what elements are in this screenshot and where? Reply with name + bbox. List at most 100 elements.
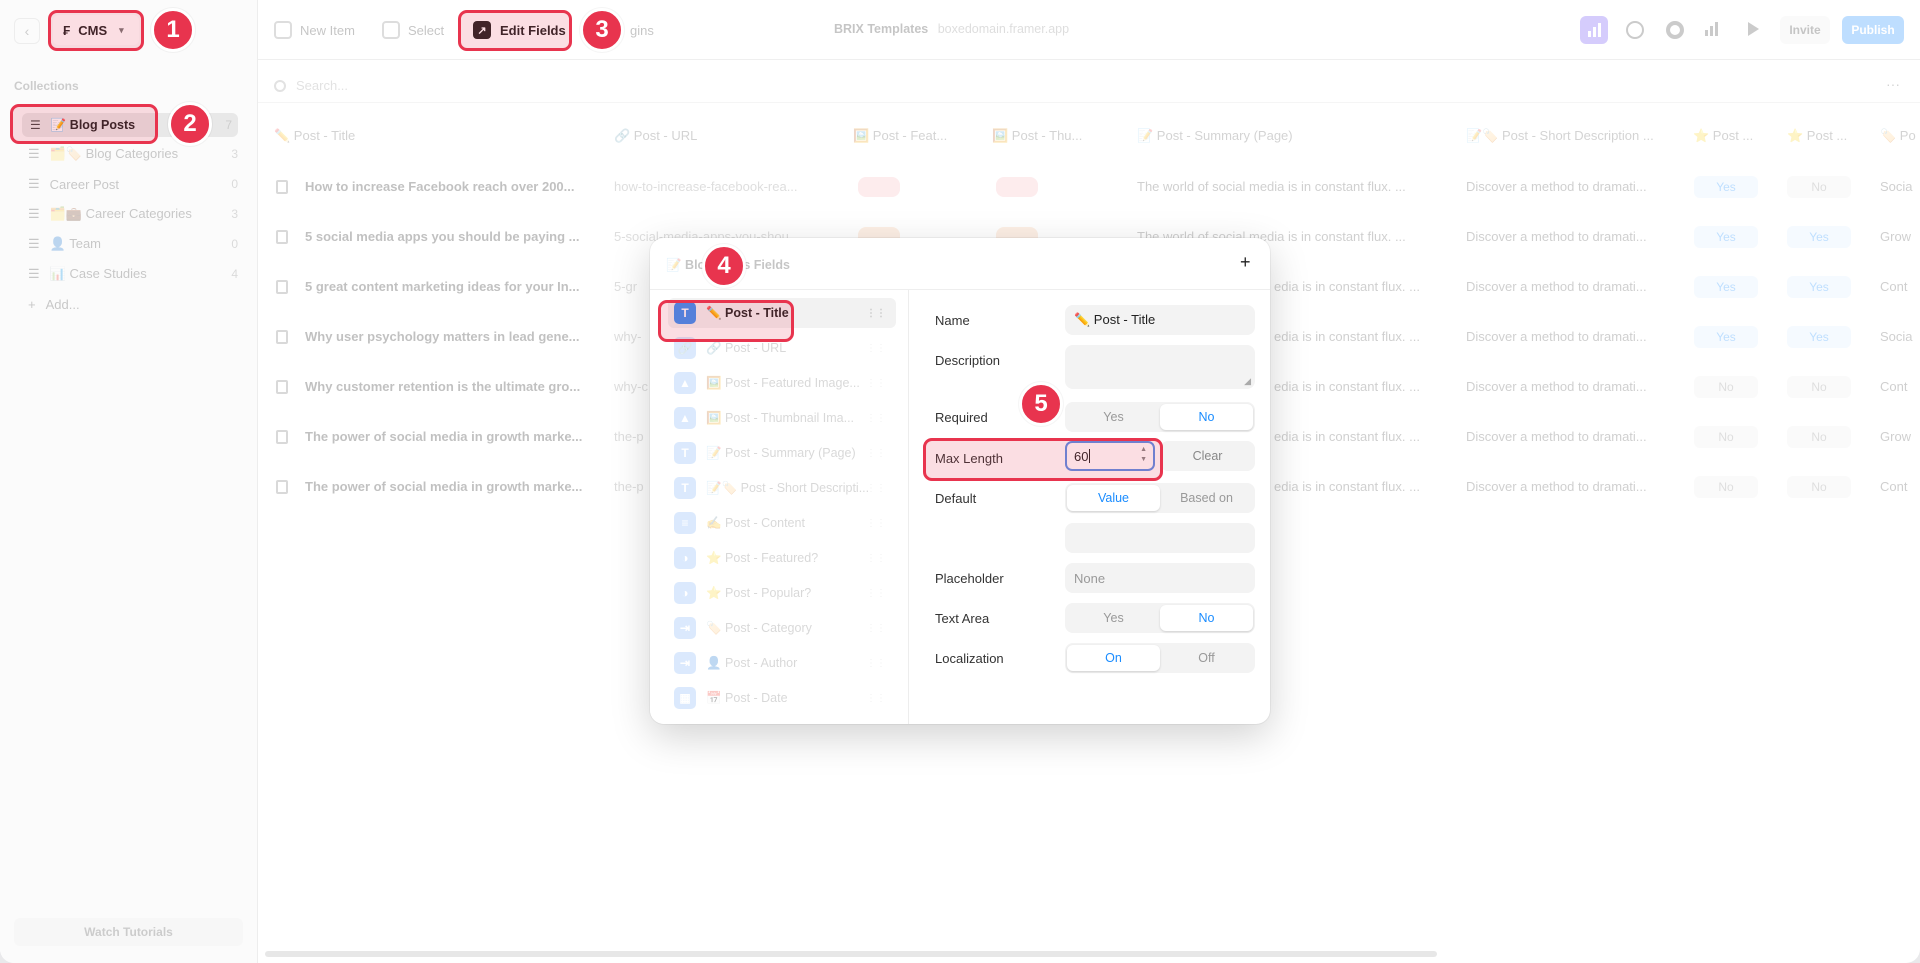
sidebar-item-team[interactable]: ☰ 👤 Team 0 — [28, 233, 238, 255]
document-icon — [276, 380, 288, 394]
drag-handle-icon[interactable]: ⋮⋮ — [866, 413, 886, 424]
clear-max-length-button[interactable]: Clear — [1160, 441, 1255, 471]
default-value-input[interactable] — [1065, 523, 1255, 553]
drag-handle-icon[interactable]: ⋮⋮ — [866, 483, 886, 494]
document-icon — [276, 330, 288, 344]
default-mode-toggle[interactable]: Value Based on — [1065, 483, 1255, 513]
settings-icon[interactable] — [1666, 21, 1684, 39]
default-based-on-option[interactable]: Based on — [1160, 485, 1253, 511]
add-collection-button[interactable]: + Add... — [28, 293, 238, 315]
cell-category: Cont — [1880, 379, 1908, 394]
field-item-category[interactable]: ⇥ 🏷️ Post - Category ⋮⋮ — [668, 613, 896, 643]
toggle-type-icon: ◑ — [674, 582, 696, 604]
reference-type-icon: ⇥ — [674, 652, 696, 674]
sidebar-item-blog-categories[interactable]: ☰ 🗂️🏷️ Blog Categories 3 — [28, 143, 238, 165]
drag-handle-icon[interactable]: ⋮⋮ — [866, 518, 886, 529]
description-textarea[interactable]: ◢ — [1065, 345, 1255, 389]
localization-off-option[interactable]: Off — [1160, 645, 1253, 671]
localization-on-option[interactable]: On — [1067, 645, 1160, 671]
select-label: Select — [408, 22, 445, 38]
sidebar-item-career-post[interactable]: ☰ Career Post 0 — [28, 173, 238, 195]
drag-handle-icon[interactable]: ⋮⋮ — [866, 588, 886, 599]
field-label: ⭐ Post - Featured? — [706, 550, 819, 565]
text-area-toggle[interactable]: Yes No — [1065, 603, 1255, 633]
localization-toggle[interactable]: On Off — [1065, 643, 1255, 673]
name-input[interactable]: ✏️ Post - Title — [1065, 305, 1255, 335]
cell-title: 5 social media apps you should be paying… — [305, 229, 580, 244]
field-item-featured[interactable]: ◑ ⭐ Post - Featured? ⋮⋮ — [668, 543, 896, 573]
back-button[interactable]: ‹ — [14, 18, 40, 44]
database-icon: ☰ — [28, 146, 40, 161]
column-header-category[interactable]: 🏷️ Po — [1880, 128, 1916, 144]
text-area-yes-option[interactable]: Yes — [1067, 605, 1160, 631]
new-item-label: New Item — [300, 22, 355, 38]
required-yes-option[interactable]: Yes — [1067, 404, 1160, 430]
field-item-popular[interactable]: ◑ ⭐ Post - Popular? ⋮⋮ — [668, 578, 896, 608]
field-item-date[interactable]: ▦ 📅 Post - Date ⋮⋮ — [668, 683, 896, 713]
add-field-button[interactable]: + — [1240, 252, 1251, 273]
horizontal-scrollbar[interactable] — [265, 951, 1437, 957]
analytics-button[interactable] — [1580, 16, 1608, 44]
toggle-type-icon: ◑ — [674, 547, 696, 569]
drag-handle-icon[interactable]: ⋮⋮ — [866, 308, 886, 319]
drag-handle-icon[interactable]: ⋮⋮ — [866, 343, 886, 354]
stats-icon[interactable] — [1705, 22, 1718, 36]
database-icon: ☰ — [28, 236, 40, 251]
plugins-button[interactable]: gins — [630, 18, 654, 42]
step-badge-4: 4 — [702, 244, 746, 288]
cms-window: ‹ ₣ CMS ▾ Collections ☰ 📝 Blog Posts 7 ☰… — [0, 0, 1920, 963]
field-item-summary[interactable]: T 📝 Post - Summary (Page) ⋮⋮ — [668, 438, 896, 468]
cell-summary: edia is in constant flux. ... — [1274, 379, 1420, 394]
add-label: Add... — [45, 296, 80, 312]
cell-featured: Yes — [1694, 326, 1758, 348]
sidebar-item-career-categories[interactable]: ☰ 🗂️💼 Career Categories 3 — [28, 203, 238, 225]
publish-button[interactable]: Publish — [1842, 16, 1904, 44]
field-list: T ✏️ Post - Title ⋮⋮ 🔗 🔗 Post - URL ⋮⋮ ▲… — [650, 290, 909, 724]
play-icon[interactable] — [1748, 22, 1759, 36]
field-label: 📝🏷️ Post - Short Descripti... — [706, 480, 870, 495]
column-header-thumbnail[interactable]: 🖼️ Post - Thu... — [992, 128, 1082, 144]
search-bar[interactable]: Search... — [274, 78, 348, 93]
search-placeholder: Search... — [296, 78, 349, 93]
drag-handle-icon[interactable]: ⋮⋮ — [866, 693, 886, 704]
field-item-thumbnail-image[interactable]: ▲ 🖼️ Post - Thumbnail Ima... ⋮⋮ — [668, 403, 896, 433]
globe-icon[interactable] — [1626, 21, 1644, 39]
cell-popular: No — [1787, 476, 1851, 498]
column-header-featured-image[interactable]: 🖼️ Post - Feat... — [853, 128, 947, 144]
description-label: Description — [935, 353, 1001, 368]
drag-handle-icon[interactable]: ⋮⋮ — [866, 378, 886, 389]
drag-handle-icon[interactable]: ⋮⋮ — [866, 553, 886, 564]
column-header-featured[interactable]: ⭐ Post ... — [1693, 128, 1753, 144]
cell-category: Socia — [1880, 179, 1913, 194]
more-icon[interactable]: ··· — [1886, 76, 1900, 92]
field-item-author[interactable]: ⇥ 👤 Post - Author ⋮⋮ — [668, 648, 896, 678]
new-item-button[interactable]: New Item — [274, 18, 355, 42]
placeholder-input[interactable]: None — [1065, 563, 1255, 593]
required-toggle[interactable]: Yes No — [1065, 402, 1255, 432]
cell-featured: No — [1694, 476, 1758, 498]
select-button[interactable]: Select — [382, 18, 444, 42]
column-header-short-description[interactable]: 📝🏷️ Post - Short Description ... — [1466, 128, 1654, 144]
watch-tutorials-button[interactable]: Watch Tutorials — [14, 918, 243, 946]
field-item-content[interactable]: ≡ ✍️ Post - Content ⋮⋮ — [668, 508, 896, 538]
column-header-title[interactable]: ✏️ Post - Title — [274, 128, 355, 144]
column-header-popular[interactable]: ⭐ Post ... — [1787, 128, 1847, 144]
invite-button[interactable]: Invite — [1780, 16, 1830, 44]
column-header-url[interactable]: 🔗 Post - URL — [614, 128, 697, 144]
drag-handle-icon[interactable]: ⋮⋮ — [866, 658, 886, 669]
field-item-short-description[interactable]: T 📝🏷️ Post - Short Descripti... ⋮⋮ — [668, 473, 896, 503]
required-no-option[interactable]: No — [1160, 404, 1253, 430]
text-area-no-option[interactable]: No — [1160, 605, 1253, 631]
sidebar-item-case-studies[interactable]: ☰ 📊 Case Studies 4 — [28, 263, 238, 285]
cell-url: the-p — [614, 479, 644, 494]
default-value-option[interactable]: Value — [1067, 485, 1160, 511]
field-label: 📝 Post - Summary (Page) — [706, 445, 856, 460]
cell-popular: Yes — [1787, 226, 1851, 248]
drag-handle-icon[interactable]: ⋮⋮ — [866, 623, 886, 634]
drag-handle-icon[interactable]: ⋮⋮ — [866, 448, 886, 459]
sidebar-item-label: 👤 Team — [49, 236, 102, 251]
document-icon — [276, 180, 288, 194]
column-header-summary[interactable]: 📝 Post - Summary (Page) — [1137, 128, 1293, 144]
field-item-featured-image[interactable]: ▲ 🖼️ Post - Featured Image... ⋮⋮ — [668, 368, 896, 398]
chevron-left-icon: ‹ — [24, 23, 30, 39]
